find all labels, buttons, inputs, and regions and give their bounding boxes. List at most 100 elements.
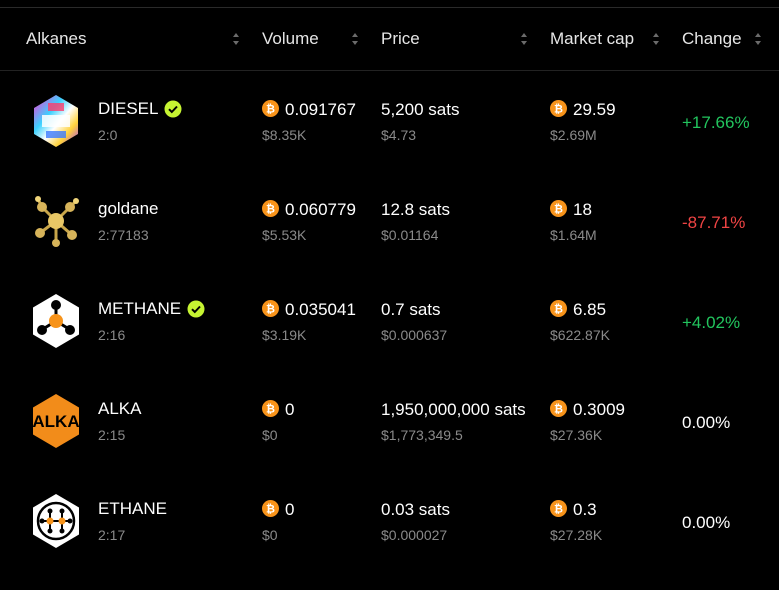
col-header-volume-label: Volume	[262, 29, 319, 48]
market-cap-value: 0.3009	[573, 400, 625, 419]
col-header-price[interactable]: Price	[381, 8, 420, 70]
volume-value: 0	[285, 400, 295, 419]
verified-check-icon	[187, 300, 205, 318]
asset-id: 2:15	[98, 427, 126, 443]
asset-id: 2:0	[98, 127, 118, 143]
bitcoin-icon: ₿	[262, 200, 279, 217]
alkanes-table: Alkanes Volume Price Market cap Change D…	[0, 0, 779, 590]
price-value: 0.03 sats	[381, 500, 450, 519]
volume-usd: $8.35K	[262, 127, 307, 143]
asset-id: 2:77183	[98, 227, 149, 243]
asset-name-label: goldane	[98, 199, 159, 218]
svg-text:₿: ₿	[266, 103, 275, 116]
bitcoin-icon: ₿	[262, 100, 279, 117]
bitcoin-icon: ₿	[550, 100, 567, 117]
market-cap-value: 6.85	[573, 300, 607, 319]
asset-name-label: METHANE	[98, 299, 182, 318]
change-value: +4.02%	[682, 313, 741, 332]
price-usd: $0.01164	[381, 227, 439, 243]
price-value: 12.8 sats	[381, 200, 450, 219]
bitcoin-icon: ₿	[550, 500, 567, 517]
col-header-change[interactable]: Change	[682, 8, 742, 70]
bitcoin-icon: ₿	[550, 300, 567, 317]
svg-text:₿: ₿	[266, 403, 275, 416]
price-value: 1,950,000,000 sats	[381, 400, 526, 419]
svg-text:₿: ₿	[266, 503, 275, 516]
sort-icon[interactable]	[520, 31, 528, 47]
bitcoin-icon: ₿	[262, 400, 279, 417]
market-cap-usd: $27.36K	[550, 427, 603, 443]
table-header: Alkanes Volume Price Market cap Change	[0, 8, 779, 70]
methane-logo	[28, 293, 84, 349]
asset-name[interactable]: ETHANE	[98, 499, 167, 519]
market-cap-usd: $1.64M	[550, 227, 597, 243]
verified-check-icon	[164, 100, 182, 118]
bitcoin-icon: ₿	[550, 200, 567, 217]
table-row[interactable]: ALKA ALKA 2:15 ₿ 0 $0 1,950,000,000 sats…	[0, 371, 779, 471]
change-value: +17.66%	[682, 113, 750, 132]
market-cap-usd: $27.28K	[550, 527, 603, 543]
sort-icon[interactable]	[754, 31, 762, 47]
svg-text:₿: ₿	[266, 303, 275, 316]
svg-text:₿: ₿	[554, 103, 563, 116]
col-header-alkanes[interactable]: Alkanes	[26, 8, 86, 70]
svg-text:₿: ₿	[554, 203, 563, 216]
market-cap-value: 0.3	[573, 500, 597, 519]
volume-usd: $3.19K	[262, 327, 307, 343]
bitcoin-icon: ₿	[550, 400, 567, 417]
price-value: 5,200 sats	[381, 100, 460, 119]
asset-id: 2:16	[98, 327, 126, 343]
sort-icon[interactable]	[652, 31, 660, 47]
volume-value: 0.091767	[285, 100, 356, 119]
svg-text:₿: ₿	[554, 503, 563, 516]
svg-text:₿: ₿	[554, 303, 563, 316]
asset-name-label: DIESEL	[98, 99, 159, 118]
volume-value: 0	[285, 500, 295, 519]
bitcoin-icon: ₿	[262, 300, 279, 317]
sort-icon[interactable]	[232, 31, 240, 47]
svg-text:₿: ₿	[554, 403, 563, 416]
asset-name[interactable]: DIESEL	[98, 99, 182, 119]
market-cap-usd: $622.87K	[550, 327, 610, 343]
table-row[interactable]: METHANE 2:16 ₿ 0.035041 $3.19K 0.7 sats …	[0, 271, 779, 371]
price-usd: $1,773,349.5	[381, 427, 463, 443]
asset-name[interactable]: goldane	[98, 199, 159, 219]
asset-name[interactable]: ALKA	[98, 399, 141, 419]
col-header-market-cap-label: Market cap	[550, 29, 635, 48]
svg-text:₿: ₿	[266, 203, 275, 216]
sort-icon[interactable]	[351, 31, 359, 47]
volume-value: 0.035041	[285, 300, 356, 319]
col-header-price-label: Price	[381, 29, 420, 48]
asset-name-label: ETHANE	[98, 499, 167, 518]
table-row[interactable]: ETHANE 2:17 ₿ 0 $0 0.03 sats $0.000027 ₿…	[0, 471, 779, 571]
bitcoin-icon: ₿	[262, 500, 279, 517]
svg-text:ALKA: ALKA	[32, 412, 79, 431]
col-header-alkanes-label: Alkanes	[26, 29, 87, 48]
market-cap-usd: $2.69M	[550, 127, 597, 143]
ethane-logo	[28, 493, 84, 549]
volume-usd: $0	[262, 427, 278, 443]
col-header-market-cap[interactable]: Market cap	[550, 8, 634, 70]
alka-logo: ALKA	[28, 393, 84, 449]
market-cap-value: 29.59	[573, 100, 616, 119]
price-value: 0.7 sats	[381, 300, 441, 319]
asset-id: 2:17	[98, 527, 126, 543]
price-usd: $0.000637	[381, 327, 448, 343]
asset-name[interactable]: METHANE	[98, 299, 205, 319]
volume-usd: $0	[262, 527, 278, 543]
price-usd: $0.000027	[381, 527, 448, 543]
change-value: -87.71%	[682, 213, 746, 232]
asset-name-label: ALKA	[98, 399, 142, 418]
change-value: 0.00%	[682, 513, 731, 532]
goldane-logo	[28, 193, 84, 249]
volume-usd: $5.53K	[262, 227, 307, 243]
change-value: 0.00%	[682, 413, 731, 432]
table-row[interactable]: goldane 2:77183 ₿ 0.060779 $5.53K 12.8 s…	[0, 171, 779, 271]
volume-value: 0.060779	[285, 200, 356, 219]
table-row[interactable]: DIESEL 2:0 ₿ 0.091767 $8.35K 5,200 sats …	[0, 71, 779, 171]
col-header-change-label: Change	[682, 29, 742, 48]
market-cap-value: 18	[573, 200, 592, 219]
price-usd: $4.73	[381, 127, 417, 143]
diesel-logo	[28, 93, 84, 149]
col-header-volume[interactable]: Volume	[262, 8, 319, 70]
